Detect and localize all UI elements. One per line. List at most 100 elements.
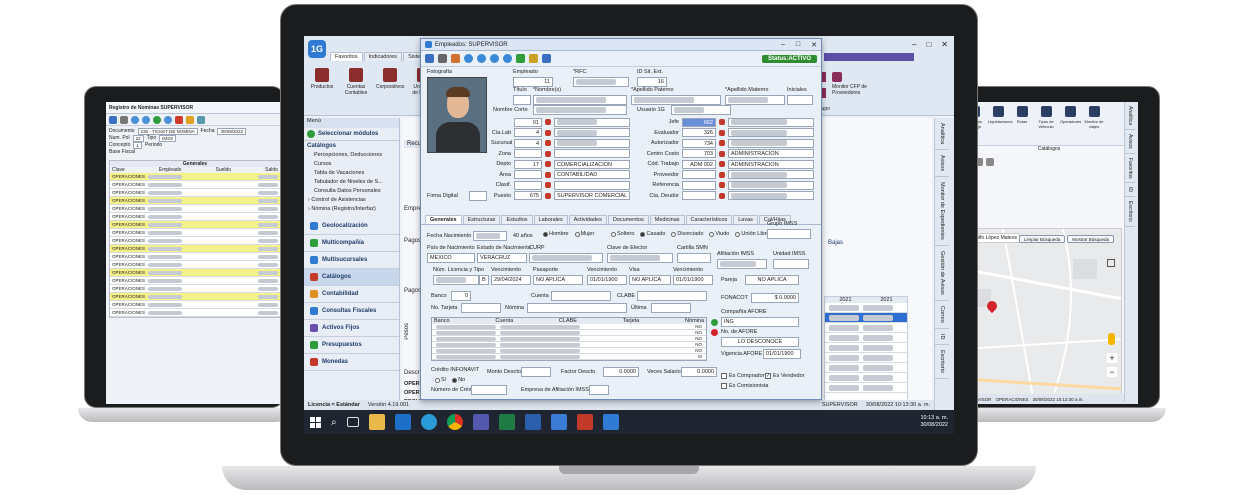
proveedor-code-field[interactable]	[682, 170, 716, 180]
serie-code-field[interactable]: 01	[514, 117, 542, 127]
pas-vencimiento-field[interactable]: 01/01/1900	[587, 275, 627, 285]
toolbar-edit-icon[interactable]	[186, 115, 194, 124]
visa-field[interactable]: NO APLICA	[629, 275, 671, 285]
tab-2[interactable]: Estudios	[501, 215, 533, 224]
forma-pago-field[interactable]	[651, 303, 691, 313]
lookup-icon[interactable]	[719, 150, 725, 157]
proveedor-name-field[interactable]	[728, 170, 814, 180]
toolbar-item[interactable]: Monitor de viajes	[1084, 106, 1104, 129]
lookup-icon[interactable]	[719, 140, 725, 147]
cuenta-field[interactable]	[551, 291, 611, 301]
chrome-icon[interactable]	[446, 414, 463, 430]
side-tab[interactable]: Escritorio	[1125, 197, 1135, 228]
module-button[interactable]: Monedas	[304, 354, 399, 371]
autorizador-name-field[interactable]	[728, 138, 814, 148]
clasif-name-field[interactable]	[554, 180, 630, 190]
referencia-code-field[interactable]	[682, 180, 716, 190]
maximize-icon[interactable]: □	[926, 40, 931, 49]
tab-favoritos[interactable]: Favoritos	[330, 52, 363, 61]
ribbon-item[interactable]: Cuentas Contables	[342, 68, 370, 96]
lookup-icon[interactable]	[545, 119, 551, 126]
tab-indicadores[interactable]: Indicadores	[363, 52, 403, 61]
lookup-icon[interactable]	[719, 171, 725, 178]
toolbar-save-icon[interactable]	[109, 115, 117, 124]
close-window-icon[interactable]: ✕	[941, 40, 948, 49]
radio-option[interactable]: Sí	[435, 377, 446, 383]
monto-descto-field[interactable]	[521, 367, 551, 377]
module-button[interactable]: Contabilidad	[304, 286, 399, 303]
catalog-item[interactable]: Tabla de Vacaciones	[314, 169, 399, 178]
first-record-icon[interactable]	[464, 54, 473, 63]
nombre-corto-field[interactable]	[533, 105, 627, 115]
save-icon[interactable]	[425, 54, 434, 63]
ribbon-item[interactable]: Corporativos	[376, 68, 404, 96]
referencia-name-field[interactable]	[728, 180, 814, 190]
bank-row[interactable]: SI	[432, 354, 706, 360]
prev-record-icon[interactable]	[477, 54, 486, 63]
radio-option[interactable]: Divorciado	[671, 231, 703, 237]
toolbar-next-icon[interactable]	[153, 115, 161, 124]
catalog-item[interactable]: Tabulador de Niveles de S...	[314, 178, 399, 187]
tree-item[interactable]: › Nómina (Registro/Interfaz)	[308, 205, 399, 214]
visa-vencimiento-field[interactable]: 01/01/1900	[673, 275, 713, 285]
tab-1[interactable]: Estructuras	[462, 215, 501, 224]
comisionista-checkbox[interactable]: Es Comisionista	[721, 383, 768, 389]
catalog-item[interactable]: Consulta Datos Personales	[314, 187, 399, 196]
lookup-icon[interactable]	[719, 129, 725, 136]
tab-3[interactable]: Laborales	[533, 215, 568, 224]
titulo-field[interactable]	[513, 95, 531, 105]
ap-paterno-field[interactable]	[631, 95, 721, 105]
empresa-imss-field[interactable]	[589, 385, 609, 395]
show-search-button[interactable]: Mostrar Búsqueda	[1067, 235, 1115, 243]
puesto-code-field[interactable]: 675	[514, 191, 542, 201]
add-bank-icon[interactable]	[711, 319, 718, 326]
veces-salario-field[interactable]: 0.0000	[681, 367, 717, 377]
excel-icon[interactable]	[498, 414, 515, 430]
last-record-icon[interactable]	[503, 54, 512, 63]
zona-code-field[interactable]	[514, 149, 542, 159]
outlook-icon[interactable]	[394, 414, 411, 430]
sucursal-code-field[interactable]: 4	[514, 138, 542, 148]
lookup-icon[interactable]	[545, 129, 551, 136]
pareja-field[interactable]: NO APLICA	[745, 275, 799, 285]
toolbar-prev-icon[interactable]	[142, 115, 150, 124]
print-icon[interactable]	[438, 54, 447, 63]
emp-minimize-icon[interactable]: –	[781, 41, 785, 48]
toolbar-first-icon[interactable]	[131, 115, 139, 124]
side-tab[interactable]: Favoritos	[1125, 154, 1135, 184]
export-icon[interactable]	[529, 54, 538, 63]
zoom-out-button[interactable]: −	[1107, 367, 1117, 377]
lookup-icon[interactable]	[545, 161, 551, 168]
clabe-field[interactable]	[637, 291, 707, 301]
autorizador-code-field[interactable]: 734	[682, 138, 716, 148]
erp-app-icon[interactable]	[602, 414, 619, 430]
zona-name-field[interactable]	[554, 149, 630, 159]
evaluador-code-field[interactable]: 326	[682, 128, 716, 138]
tree-item[interactable]: › Control de Asistencias	[308, 196, 399, 205]
catalog-item[interactable]: Percepciones, Deducciones	[314, 151, 399, 160]
concepto-field[interactable]: 1	[133, 142, 142, 149]
monitor-cfp-button[interactable]: Monitor CFP de Proveedores	[832, 72, 892, 96]
puesto-name-field[interactable]: SUPERVISOR COMERCIAL	[554, 191, 630, 201]
grupo-imss-field[interactable]	[767, 229, 811, 239]
side-tab[interactable]: Gestión de Avisos	[935, 246, 949, 301]
module-button[interactable]: Presupuestos	[304, 337, 399, 354]
sucursal-name-field[interactable]	[554, 138, 630, 148]
lookup-icon[interactable]	[545, 150, 551, 157]
refresh-icon[interactable]	[516, 54, 525, 63]
emp-maximize-icon[interactable]: □	[796, 41, 800, 48]
employee-photo[interactable]	[427, 77, 487, 153]
pais-field[interactable]: MEXICO	[427, 253, 475, 263]
vigencia-afore-field[interactable]: 01/01/1900	[763, 349, 801, 359]
nombres-field[interactable]	[533, 95, 627, 105]
side-tab[interactable]: Monitor de Expedientes	[935, 177, 949, 247]
radio-option[interactable]: Mujer	[574, 231, 594, 237]
toolbar-item[interactable]: Operadores	[1060, 106, 1081, 129]
jefe-name-field[interactable]	[728, 117, 814, 127]
lookup-icon[interactable]	[719, 182, 725, 189]
toolbar-item[interactable]: Tipos de Vehículo	[1036, 106, 1056, 129]
num-credito-field[interactable]	[471, 385, 507, 395]
edge-icon[interactable]	[420, 414, 437, 430]
comprador-checkbox[interactable]: Es Comprador	[721, 373, 764, 379]
serie-name-field[interactable]	[554, 117, 630, 127]
